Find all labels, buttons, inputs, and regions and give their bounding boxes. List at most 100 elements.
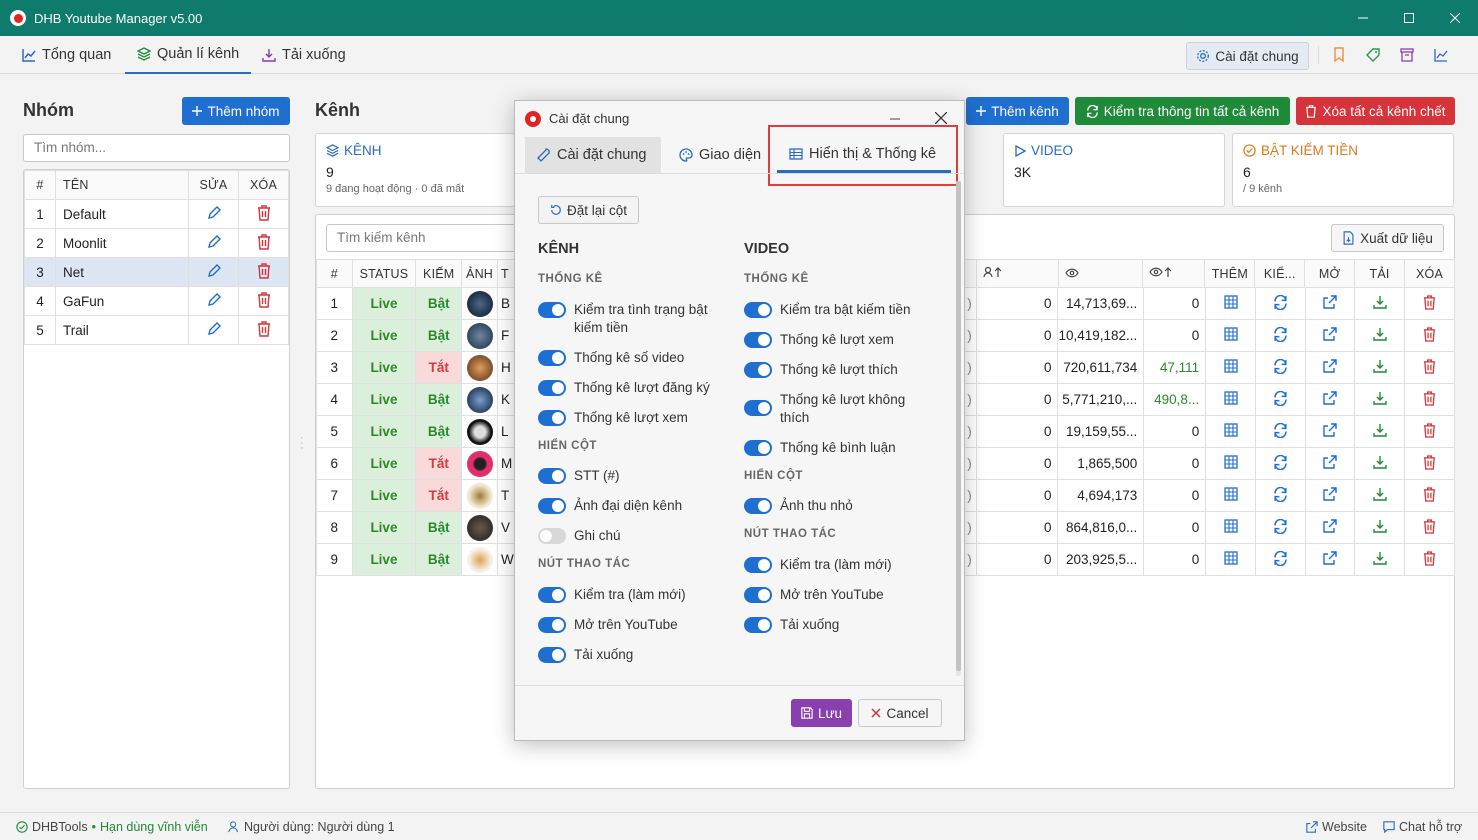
toggle-right-stats-2[interactable]: Thống kê lượt thích <box>744 361 898 379</box>
toggle-left-act-0[interactable]: Kiểm tra (làm mới) <box>538 586 686 604</box>
download-channel-button[interactable] <box>1354 319 1406 352</box>
edit-icon[interactable] <box>188 315 239 345</box>
download-channel-button[interactable] <box>1354 479 1406 512</box>
toggle-right-stats-0[interactable]: Kiểm tra bật kiếm tiền <box>744 301 911 319</box>
maximize-button[interactable] <box>1386 0 1432 36</box>
toggle-left-stats-3[interactable]: Thống kê lượt xem <box>538 409 688 427</box>
delete-dead-channels-button[interactable]: Xóa tất cả kênh chết <box>1296 97 1455 125</box>
add-video-button[interactable] <box>1205 351 1256 384</box>
reset-columns-button[interactable]: Đặt lại cột <box>538 196 639 224</box>
table-row[interactable]: 2 Moonlit <box>24 228 289 258</box>
edit-icon[interactable] <box>188 257 239 287</box>
download-channel-button[interactable] <box>1354 383 1406 416</box>
refresh-channel-button[interactable] <box>1254 319 1306 352</box>
refresh-channel-button[interactable] <box>1254 415 1306 448</box>
delete-channel-button[interactable] <box>1404 351 1455 384</box>
toggle-left-stats-0[interactable]: Kiểm tra tình trạng bật kiếm tiền <box>538 301 728 337</box>
edit-icon[interactable] <box>188 286 239 316</box>
trash-icon[interactable] <box>238 228 289 258</box>
trash-icon[interactable] <box>238 199 289 229</box>
toggle-left-stats-2[interactable]: Thống kê lượt đăng ký <box>538 379 710 397</box>
download-channel-button[interactable] <box>1354 415 1406 448</box>
table-row[interactable]: 8 Live Bật V <box>316 511 517 544</box>
download-channel-button[interactable] <box>1354 543 1406 576</box>
table-row[interactable]: 5 Live Bật L <box>316 415 517 448</box>
download-channel-button[interactable] <box>1354 511 1406 544</box>
refresh-channel-button[interactable] <box>1254 479 1306 512</box>
toggle-right-col-0[interactable]: Ảnh thu nhỏ <box>744 497 853 515</box>
refresh-channel-button[interactable] <box>1254 447 1306 480</box>
close-window-button[interactable] <box>1432 0 1478 36</box>
edit-icon[interactable] <box>188 228 239 258</box>
toggle-left-stats-1[interactable]: Thống kê số video <box>538 349 684 367</box>
table-row[interactable]: 4 Live Bật K <box>316 383 517 416</box>
toggle-right-act-0[interactable]: Kiểm tra (làm mới) <box>744 556 892 574</box>
trash-icon[interactable] <box>238 257 289 287</box>
table-row[interactable]: 1 Live Bật B <box>316 287 517 320</box>
table-row[interactable]: 1 Default <box>24 199 289 229</box>
tab-downloads[interactable]: Tải xuống <box>262 36 346 74</box>
toggle-right-stats-3[interactable]: Thống kê lượt không thích <box>744 391 934 427</box>
group-search-input[interactable]: Tìm nhóm... <box>23 134 290 162</box>
toggle-right-stats-4[interactable]: Thống kê bình luận <box>744 439 896 457</box>
save-button[interactable]: Lưu <box>791 699 852 727</box>
dialog-tab-appearance[interactable]: Giao diện <box>667 137 773 173</box>
open-youtube-button[interactable] <box>1304 447 1356 480</box>
bookmark-icon[interactable] <box>1332 47 1346 63</box>
check-all-channels-button[interactable]: Kiểm tra thông tin tất cả kênh <box>1075 97 1290 125</box>
table-row[interactable]: ) 0 1,865,500 0 <box>962 447 1455 480</box>
toggle-right-stats-1[interactable]: Thống kê lượt xem <box>744 331 894 349</box>
delete-channel-button[interactable] <box>1404 543 1455 576</box>
delete-channel-button[interactable] <box>1404 415 1455 448</box>
toggle-right-act-1[interactable]: Mở trên YouTube <box>744 586 884 604</box>
add-video-button[interactable] <box>1205 383 1256 416</box>
channel-search-input[interactable]: Tìm kiếm kênh <box>326 224 526 252</box>
toggle-left-col-2[interactable]: Ghi chú <box>538 527 621 545</box>
add-video-button[interactable] <box>1205 479 1256 512</box>
table-row[interactable]: ) 0 720,611,734 47,111 <box>962 351 1455 384</box>
toggle-left-col-0[interactable]: STT (#) <box>538 467 620 485</box>
download-channel-button[interactable] <box>1354 447 1406 480</box>
tab-channel-manager[interactable]: Quản lí kênh <box>125 36 252 74</box>
open-youtube-button[interactable] <box>1304 351 1356 384</box>
open-youtube-button[interactable] <box>1304 543 1356 576</box>
add-channel-button[interactable]: Thêm kênh <box>966 97 1069 125</box>
export-data-button[interactable]: Xuất dữ liệu <box>1331 224 1444 252</box>
table-row[interactable]: ) 0 5,771,210,... 490,8... <box>962 383 1455 416</box>
table-row[interactable]: ) 0 19,159,55... 0 <box>962 415 1455 448</box>
settings-button[interactable]: Cài đặt chung <box>1186 42 1309 70</box>
open-youtube-button[interactable] <box>1304 383 1356 416</box>
table-row[interactable]: 4 GaFun <box>24 286 289 316</box>
table-row[interactable]: ) 0 864,816,0... 0 <box>962 511 1455 544</box>
table-row[interactable]: 5 Trail <box>24 315 289 345</box>
edit-icon[interactable] <box>188 199 239 229</box>
support-chat-link[interactable]: Chat hỗ trợ <box>1383 820 1462 834</box>
delete-channel-button[interactable] <box>1404 383 1455 416</box>
add-video-button[interactable] <box>1205 511 1256 544</box>
table-row[interactable]: 3 Net <box>24 257 289 287</box>
splitter-handle[interactable]: · · · <box>300 433 304 454</box>
table-row[interactable]: 9 Live Bật W <box>316 543 517 576</box>
add-video-button[interactable] <box>1205 543 1256 576</box>
table-row[interactable]: 6 Live Tắt M <box>316 447 517 480</box>
dialog-tab-general[interactable]: Cài đặt chung <box>525 137 661 173</box>
table-row[interactable]: 7 Live Tắt T <box>316 479 517 512</box>
open-youtube-button[interactable] <box>1304 287 1356 320</box>
open-youtube-button[interactable] <box>1304 511 1356 544</box>
trash-icon[interactable] <box>238 286 289 316</box>
archive-icon[interactable] <box>1400 47 1414 63</box>
download-channel-button[interactable] <box>1354 287 1406 320</box>
table-row[interactable]: ) 0 10,419,182... 0 <box>962 319 1455 352</box>
open-youtube-button[interactable] <box>1304 319 1356 352</box>
add-group-button[interactable]: Thêm nhóm <box>182 97 290 125</box>
download-channel-button[interactable] <box>1354 351 1406 384</box>
table-row[interactable]: ) 0 14,713,69... 0 <box>962 287 1455 320</box>
add-video-button[interactable] <box>1205 319 1256 352</box>
refresh-channel-button[interactable] <box>1254 287 1306 320</box>
toggle-left-col-1[interactable]: Ảnh đại diện kênh <box>538 497 682 515</box>
delete-channel-button[interactable] <box>1404 479 1455 512</box>
delete-channel-button[interactable] <box>1404 447 1455 480</box>
trash-icon[interactable] <box>238 315 289 345</box>
open-youtube-button[interactable] <box>1304 479 1356 512</box>
refresh-channel-button[interactable] <box>1254 543 1306 576</box>
